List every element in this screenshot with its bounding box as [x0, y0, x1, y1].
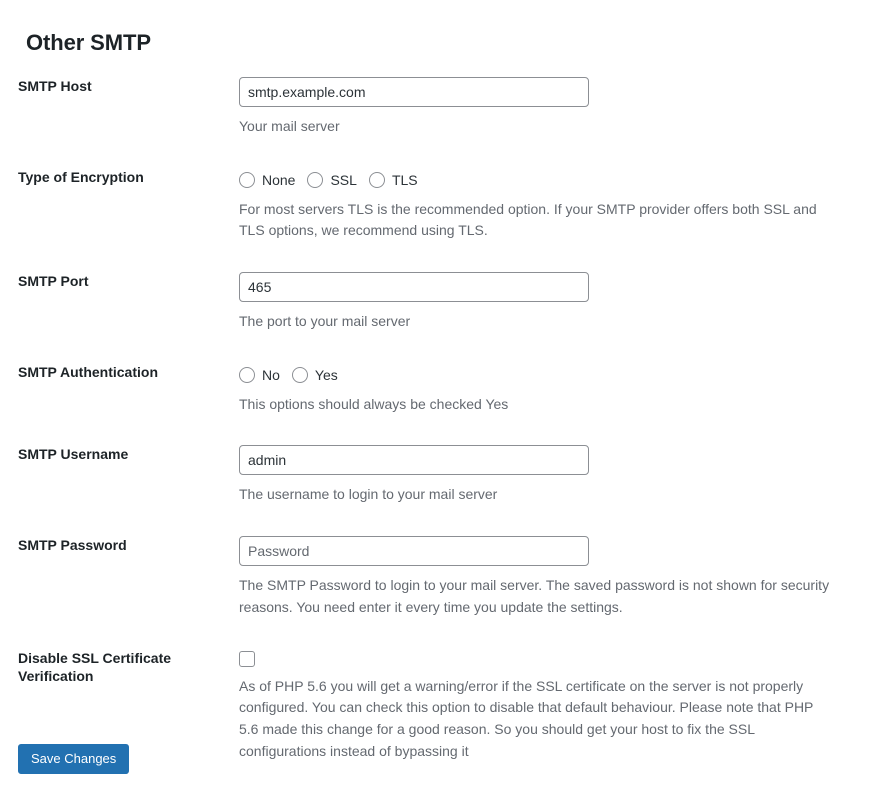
field-smtp-authentication: No Yes This options should always be che…: [239, 348, 870, 431]
radio-circle-icon[interactable]: [239, 366, 255, 383]
radio-circle-icon[interactable]: [307, 171, 324, 188]
radio-label-tls: TLS: [391, 171, 418, 188]
field-smtp-port: The port to your mail server: [239, 257, 870, 348]
label-smtp-port: SMTP Port: [18, 273, 89, 290]
form-row-smtp-port: SMTP Port The port to your mail server: [0, 257, 870, 348]
submit-area: Save Changes: [18, 744, 130, 774]
label-smtp-host: SMTP Host: [18, 78, 92, 94]
form-row-smtp-host: SMTP Host Your mail server: [0, 62, 870, 153]
smtp-username-description: The username to login to your mail serve…: [239, 486, 498, 503]
type-of-encryption-description: For most servers TLS is the recommended …: [239, 200, 817, 239]
radio-circle-icon[interactable]: [291, 366, 308, 383]
page-title: Other SMTP: [26, 29, 151, 55]
smtp-port-description: The port to your mail server: [239, 313, 411, 330]
encryption-radio-group: None SSL TLS: [239, 170, 850, 190]
radio-option-tls[interactable]: TLS: [368, 171, 418, 188]
radio-option-no[interactable]: No: [239, 366, 280, 383]
form-row-disable-ssl-verification: Disable SSL Certificate Verification As …: [0, 634, 870, 778]
radio-circle-icon[interactable]: [368, 171, 385, 188]
disable-ssl-verification-description: As of PHP 5.6 you will get a warning/err…: [239, 677, 814, 759]
field-smtp-username: The username to login to your mail serve…: [239, 430, 870, 521]
radio-label-no: No: [262, 366, 280, 383]
settings-form-table: SMTP Host Your mail server Type of Encry…: [0, 62, 870, 777]
save-changes-button[interactable]: Save Changes: [18, 744, 130, 774]
form-row-type-of-encryption: Type of Encryption None SSL TLS For most…: [0, 153, 870, 257]
label-smtp-authentication: SMTP Authentication: [18, 363, 158, 380]
authentication-radio-group: No Yes: [239, 365, 850, 385]
field-smtp-host: Your mail server: [239, 62, 870, 153]
smtp-username-input[interactable]: [239, 445, 589, 476]
form-row-smtp-authentication: SMTP Authentication No Yes This options …: [0, 348, 870, 431]
radio-label-yes: Yes: [314, 366, 338, 383]
disable-ssl-verification-checkbox[interactable]: [239, 650, 255, 667]
smtp-host-description: Your mail server: [239, 118, 340, 134]
radio-label-ssl: SSL: [330, 171, 357, 188]
smtp-password-description: The SMTP Password to login to your mail …: [239, 577, 830, 615]
form-row-smtp-password: SMTP Password The SMTP Password to login…: [0, 521, 870, 633]
radio-circle-icon[interactable]: [239, 171, 255, 188]
smtp-password-input[interactable]: [239, 536, 589, 567]
smtp-port-input[interactable]: [239, 272, 589, 303]
smtp-authentication-description: This options should always be checked Ye…: [239, 395, 509, 412]
label-smtp-username: SMTP Username: [18, 446, 129, 463]
radio-option-yes[interactable]: Yes: [291, 366, 338, 383]
label-type-of-encryption: Type of Encryption: [18, 168, 144, 185]
form-row-smtp-username: SMTP Username The username to login to y…: [0, 430, 870, 521]
field-smtp-password: The SMTP Password to login to your mail …: [239, 521, 870, 633]
smtp-settings-page: Other SMTP SMTP Host Your mail server Ty…: [0, 0, 870, 804]
label-smtp-password: SMTP Password: [18, 537, 127, 554]
field-disable-ssl-verification: As of PHP 5.6 you will get a warning/err…: [239, 634, 870, 778]
field-type-of-encryption: None SSL TLS For most servers TLS is the…: [239, 153, 870, 257]
smtp-host-input[interactable]: [239, 77, 589, 107]
radio-label-none: None: [262, 171, 296, 188]
radio-option-none[interactable]: None: [239, 171, 296, 188]
radio-option-ssl[interactable]: SSL: [307, 171, 357, 188]
